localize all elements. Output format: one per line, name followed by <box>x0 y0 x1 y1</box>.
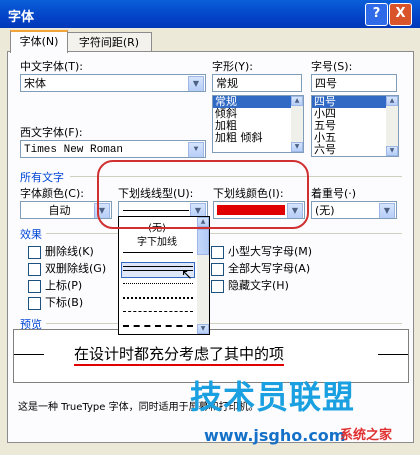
checkbox-box[interactable] <box>28 279 41 293</box>
watermark-url: www.jsgho.com <box>204 426 346 445</box>
effects-right-column: 小型大写字母(M) 全部大写字母(A) 隐藏文字(H) <box>211 243 312 294</box>
checkbox-label: 全部大写字母(A) <box>228 262 311 275</box>
chinese-font-select[interactable]: 宋体 ▼ <box>20 74 206 92</box>
divider <box>46 323 402 324</box>
chevron-down-icon[interactable]: ▼ <box>379 203 395 218</box>
checkbox-label: 下标(B) <box>45 296 84 309</box>
close-button[interactable]: X <box>389 3 412 26</box>
dialog-title: 字体 <box>8 10 35 25</box>
all-caps-checkbox[interactable]: 全部大写字母(A) <box>211 260 312 277</box>
font-color-label: 字体颜色(C): <box>20 187 84 200</box>
title-bar[interactable]: 字体 ? X <box>0 0 420 28</box>
effects-left-column: 删除线(K) 双删除线(G) 上标(P) 下标(B) <box>28 243 106 311</box>
underline-dotted-option[interactable] <box>123 283 193 284</box>
font-style-input[interactable]: 常规 <box>212 74 302 92</box>
font-style-label: 字形(Y): <box>212 60 254 73</box>
underline-word-option[interactable]: 字下加线 <box>121 233 193 248</box>
checkbox-box[interactable] <box>211 262 224 276</box>
chinese-font-label: 中文字体(T): <box>20 60 84 73</box>
underline-thick-dotted-option[interactable] <box>123 297 193 299</box>
underline-thick-dashed-option[interactable] <box>123 325 193 327</box>
subscript-checkbox[interactable]: 下标(B) <box>28 294 106 311</box>
font-size-label: 字号(S): <box>311 60 353 73</box>
chevron-down-icon[interactable]: ▼ <box>188 76 204 91</box>
watermark-brand: 技术员联盟 <box>190 378 356 416</box>
preview-rule-left <box>14 354 44 355</box>
scroll-down-icon[interactable]: ▼ <box>197 324 209 334</box>
small-caps-checkbox[interactable]: 小型大写字母(M) <box>211 243 312 260</box>
chevron-down-icon[interactable]: ▼ <box>188 142 204 157</box>
checkbox-box[interactable] <box>211 279 224 293</box>
font-color-value: 自动 <box>48 204 71 217</box>
checkbox-box[interactable] <box>28 262 41 276</box>
underline-type-list[interactable]: (无) 字下加线 ▲ ▼ ↖ <box>118 216 210 335</box>
scroll-thumb[interactable] <box>197 229 209 255</box>
font-style-list[interactable]: 常规 倾斜 加粗 加粗 倾斜 ▲ ▼ <box>212 95 304 153</box>
emphasis-select[interactable]: (无) ▼ <box>311 201 397 219</box>
watermark-tag: 系统之家 <box>340 428 393 443</box>
mouse-cursor-icon: ↖ <box>181 267 193 283</box>
checkbox-box[interactable] <box>28 296 41 310</box>
scroll-down-icon[interactable]: ▼ <box>386 146 398 156</box>
checkbox-label: 删除线(K) <box>45 245 94 258</box>
underline-single-option[interactable] <box>123 252 193 253</box>
scroll-up-icon[interactable]: ▲ <box>386 96 398 106</box>
western-font-select[interactable]: Times New Roman ▼ <box>20 140 206 158</box>
double-strikethrough-checkbox[interactable]: 双删除线(G) <box>28 260 106 277</box>
font-size-list[interactable]: 四号 小四 五号 小五 六号 ▲ ▼ <box>311 95 399 157</box>
emphasis-label: 着重号(·) <box>311 187 357 200</box>
checkbox-label: 上标(P) <box>45 279 83 292</box>
divider <box>46 233 402 234</box>
help-button[interactable]: ? <box>365 3 388 26</box>
western-font-label: 西文字体(F): <box>20 126 83 139</box>
scrollbar[interactable]: ▲ ▼ <box>386 96 398 156</box>
scrollbar[interactable]: ▲ ▼ <box>291 96 303 152</box>
scroll-down-icon[interactable]: ▼ <box>291 142 303 152</box>
preview-rule-right <box>378 354 408 355</box>
western-font-value: Times New Roman <box>24 144 124 156</box>
font-style-option[interactable]: 加粗 倾斜 <box>213 132 303 144</box>
watermark: 技术员联盟 www.jsgho.com 系统之家 <box>190 372 420 455</box>
preview-sample-text: 在设计时都充分考虑了其中的项 <box>74 344 285 366</box>
emphasis-value: (无) <box>315 204 335 217</box>
checkbox-label: 小型大写字母(M) <box>228 245 313 258</box>
all-text-group-label: 所有文字 <box>20 171 64 184</box>
scrollbar[interactable]: ▲ ▼ <box>197 217 209 334</box>
checkbox-label: 隐藏文字(H) <box>228 279 289 292</box>
tab-font[interactable]: 字体(N) <box>10 30 68 53</box>
checkbox-label: 双删除线(G) <box>45 262 107 275</box>
hidden-text-checkbox[interactable]: 隐藏文字(H) <box>211 277 312 294</box>
tab-character-spacing[interactable]: 字符间距(R) <box>66 32 152 52</box>
checkbox-box[interactable] <box>211 245 224 259</box>
font-dialog: 字体 ? X 字体(N) 字符间距(R) 中文字体(T): 宋体 ▼ 字形(Y)… <box>0 0 420 455</box>
checkbox-box[interactable] <box>28 245 41 259</box>
strikethrough-checkbox[interactable]: 删除线(K) <box>28 243 106 260</box>
effects-group-label: 效果 <box>20 228 42 241</box>
font-size-input[interactable]: 四号 <box>311 74 397 92</box>
superscript-checkbox[interactable]: 上标(P) <box>28 277 106 294</box>
annotation-circle <box>97 160 309 229</box>
chinese-font-value: 宋体 <box>24 77 46 90</box>
scroll-up-icon[interactable]: ▲ <box>291 96 303 106</box>
underline-dashed-option[interactable] <box>123 311 193 312</box>
